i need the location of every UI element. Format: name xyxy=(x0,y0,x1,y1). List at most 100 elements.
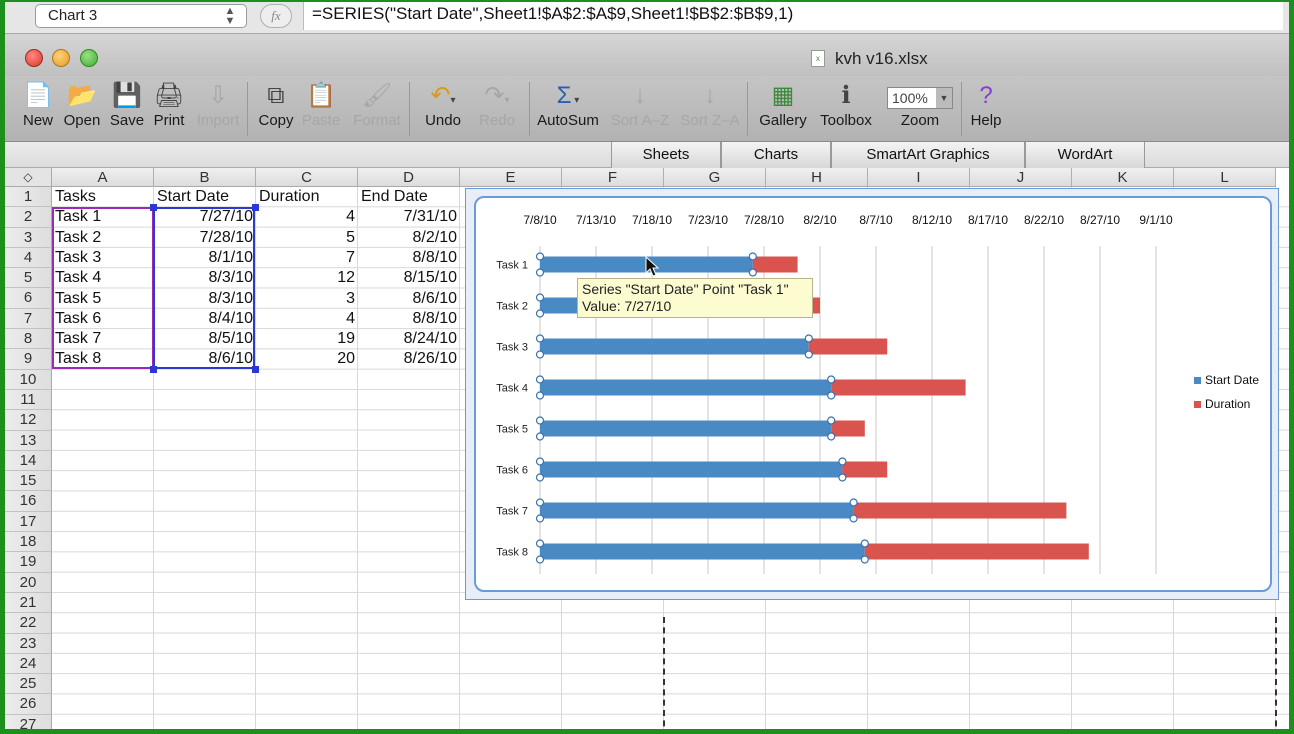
range-handle[interactable] xyxy=(150,204,157,211)
category-label[interactable]: Task 2 xyxy=(496,301,528,313)
row-header-2[interactable]: 2 xyxy=(5,207,52,228)
row-header-6[interactable]: 6 xyxy=(5,288,52,309)
x-tick-label[interactable]: 9/1/10 xyxy=(1139,213,1173,227)
tab-sheets[interactable]: Sheets xyxy=(611,142,721,168)
undo-button[interactable]: ↶▾ Undo xyxy=(417,80,469,140)
selection-marker[interactable] xyxy=(827,416,836,425)
format-button[interactable]: 🖌 Format xyxy=(349,80,405,140)
bar-start-date[interactable] xyxy=(540,338,809,355)
x-tick-label[interactable]: 7/18/10 xyxy=(632,213,672,227)
selection-marker[interactable] xyxy=(827,391,836,400)
selection-marker[interactable] xyxy=(860,539,869,548)
cell-d4[interactable]: 8/8/10 xyxy=(358,248,460,268)
cell-c5[interactable]: 12 xyxy=(256,268,358,288)
redo-button[interactable]: ↷▾ Redo xyxy=(471,80,523,140)
bar-start-date[interactable] xyxy=(540,461,843,478)
category-label[interactable]: Task 1 xyxy=(496,260,528,272)
bar-duration[interactable] xyxy=(853,502,1067,519)
row-header-19[interactable]: 19 xyxy=(5,552,52,573)
cell-b6[interactable]: 8/3/10 xyxy=(154,289,256,309)
row-header-14[interactable]: 14 xyxy=(5,450,52,472)
row-header-16[interactable]: 16 xyxy=(5,491,52,512)
selection-marker[interactable] xyxy=(535,555,545,564)
range-handle[interactable] xyxy=(252,204,259,211)
cell-c8[interactable]: 19 xyxy=(256,329,358,349)
cell-a8[interactable]: Task 7 xyxy=(52,329,154,349)
autosum-button[interactable]: Σ ▾ AutoSum xyxy=(533,80,603,140)
cell-d8[interactable]: 8/24/10 xyxy=(358,329,460,349)
selection-marker[interactable] xyxy=(535,416,545,425)
category-label[interactable]: Task 8 xyxy=(496,547,528,559)
column-header-l[interactable]: L xyxy=(1174,168,1276,187)
x-tick-label[interactable]: 7/28/10 xyxy=(744,213,784,227)
row-header-1[interactable]: 1 xyxy=(5,187,52,208)
x-tick-label[interactable]: 8/12/10 xyxy=(912,213,952,227)
row-header-25[interactable]: 25 xyxy=(5,674,52,695)
cell-b7[interactable]: 8/4/10 xyxy=(154,309,256,329)
chart-object[interactable]: 7/8/10 7/13/10 7/18/10 7/23/10 7/28/10 8/2/10… xyxy=(465,188,1279,600)
selection-marker[interactable] xyxy=(838,473,847,482)
bar-start-date[interactable] xyxy=(540,379,832,396)
close-window-button[interactable] xyxy=(25,49,43,67)
x-tick-label[interactable]: 8/7/10 xyxy=(859,213,893,227)
row-header-3[interactable]: 3 xyxy=(5,227,52,248)
column-header-i[interactable]: I xyxy=(868,168,970,187)
selection-marker[interactable] xyxy=(804,334,813,343)
range-handle[interactable] xyxy=(150,366,157,373)
selection-marker[interactable] xyxy=(535,375,545,384)
formula-input[interactable]: =SERIES("Start Date",Sheet1!$A$2:$A$9,Sh… xyxy=(303,2,1283,30)
print-button[interactable]: 🖨 Print xyxy=(148,80,190,140)
zoom-control[interactable]: 100% ▼ Zoom xyxy=(885,80,955,140)
cell-c7[interactable]: 4 xyxy=(256,309,358,329)
x-tick-label[interactable]: 7/8/10 xyxy=(523,213,557,227)
tab-charts[interactable]: Charts xyxy=(721,142,831,168)
cell-a5[interactable]: Task 4 xyxy=(52,268,154,288)
selection-marker[interactable] xyxy=(535,391,545,400)
copy-button[interactable]: ⧉ Copy xyxy=(255,80,297,140)
row-header-9[interactable]: 9 xyxy=(5,349,52,370)
row-header-20[interactable]: 20 xyxy=(5,572,52,593)
column-header-c[interactable]: C xyxy=(256,168,358,187)
column-header-b[interactable]: B xyxy=(154,168,256,187)
selection-marker[interactable] xyxy=(535,350,545,359)
row-header-27[interactable]: 27 xyxy=(5,714,52,729)
selection-marker[interactable] xyxy=(535,268,545,277)
x-tick-label[interactable]: 8/17/10 xyxy=(968,213,1008,227)
bar-start-date[interactable] xyxy=(540,543,865,560)
cell-b3[interactable]: 7/28/10 xyxy=(154,228,256,248)
x-tick-label[interactable]: 8/22/10 xyxy=(1024,213,1064,227)
cell-d3[interactable]: 8/2/10 xyxy=(358,228,460,248)
range-handle[interactable] xyxy=(252,366,259,373)
minimize-window-button[interactable] xyxy=(52,49,70,67)
row-header-8[interactable]: 8 xyxy=(5,329,52,350)
row-header-12[interactable]: 12 xyxy=(5,410,52,431)
function-button[interactable]: fx xyxy=(260,4,292,28)
selection-marker[interactable] xyxy=(535,539,545,548)
paste-button[interactable]: 📋 Paste xyxy=(300,80,342,140)
column-header-h[interactable]: H xyxy=(766,168,868,187)
row-header-13[interactable]: 13 xyxy=(5,430,52,451)
select-all-button[interactable]: ◇ xyxy=(5,168,52,187)
cell-b5[interactable]: 8/3/10 xyxy=(154,268,256,288)
zoom-window-button[interactable] xyxy=(80,49,98,67)
save-button[interactable]: 💾 Save xyxy=(107,80,147,140)
gantt-chart[interactable]: 7/8/10 7/13/10 7/18/10 7/23/10 7/28/10 8/2/10… xyxy=(476,198,1272,592)
legend-swatch[interactable] xyxy=(1194,377,1201,384)
sort-ascending-button[interactable]: ↓ Sort A–Z xyxy=(607,80,673,140)
bar-duration[interactable] xyxy=(831,379,966,396)
bar-start-date[interactable] xyxy=(540,420,832,437)
cell-c1[interactable]: Duration xyxy=(256,187,358,207)
cell-c6[interactable]: 3 xyxy=(256,289,358,309)
selection-marker[interactable] xyxy=(535,432,545,441)
row-header-22[interactable]: 22 xyxy=(5,613,52,634)
row-header-23[interactable]: 23 xyxy=(5,633,52,654)
row-header-11[interactable]: 11 xyxy=(5,389,52,411)
cell-d6[interactable]: 8/6/10 xyxy=(358,289,460,309)
cell-a4[interactable]: Task 3 xyxy=(52,248,154,268)
help-button[interactable]: ? Help xyxy=(963,80,1009,140)
cell-d2[interactable]: 7/31/10 xyxy=(358,207,460,227)
category-label[interactable]: Task 6 xyxy=(496,465,528,477)
selection-marker[interactable] xyxy=(838,457,847,466)
cell-a9[interactable]: Task 8 xyxy=(52,349,154,369)
chart-area[interactable]: 7/8/10 7/13/10 7/18/10 7/23/10 7/28/10 8/2/10… xyxy=(474,196,1272,592)
